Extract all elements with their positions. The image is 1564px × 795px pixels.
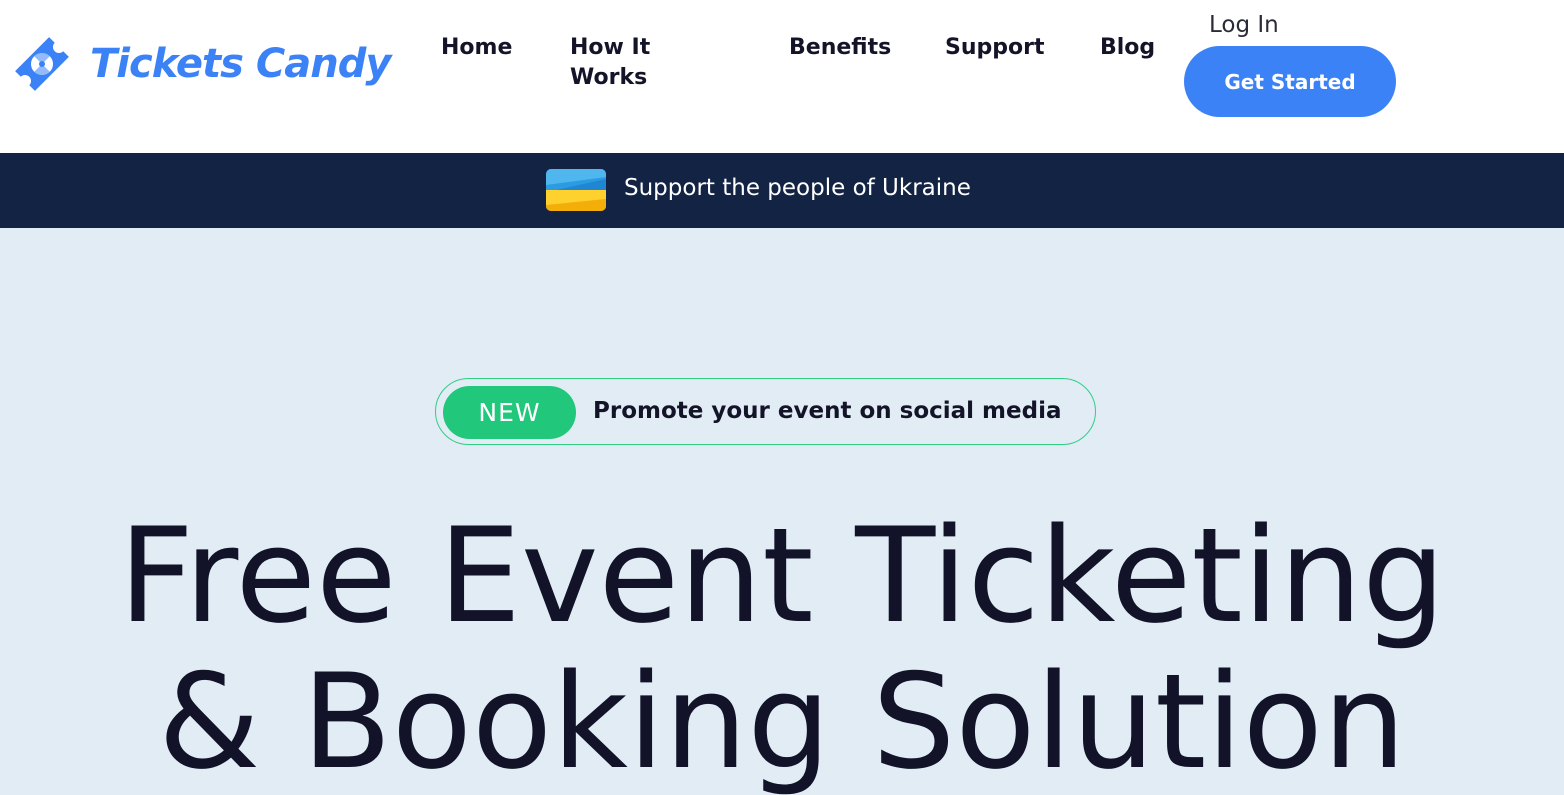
get-started-button[interactable]: Get Started	[1184, 46, 1396, 117]
ukraine-flag-icon	[546, 169, 606, 211]
hero-title-line-1: Free Event Ticketing	[118, 499, 1446, 652]
banner-text: Support the people of Ukraine	[624, 175, 971, 201]
login-link[interactable]: Log In	[1209, 12, 1279, 38]
ticket-candy-icon	[15, 37, 69, 91]
hero-title: Free Event Ticketing & Booking Solution	[0, 503, 1564, 795]
nav-benefits[interactable]: Benefits	[789, 33, 891, 63]
hero-title-line-2: & Booking Solution	[158, 645, 1406, 795]
page: Tickets Candy Home How It Works Benefits…	[0, 0, 1564, 795]
promo-text: Promote your event on social media	[593, 398, 1062, 424]
brand-name: Tickets Candy	[90, 41, 391, 87]
ukraine-support-banner[interactable]: Support the people of Ukraine	[0, 153, 1564, 228]
new-badge: NEW	[443, 386, 576, 439]
nav-home[interactable]: Home	[441, 33, 512, 63]
nav-how-it-works[interactable]: How It Works	[570, 33, 680, 93]
hero-section: NEW Promote your event on social media F…	[0, 228, 1564, 795]
brand-logo-link[interactable]: Tickets Candy	[8, 28, 391, 100]
nav-blog[interactable]: Blog	[1100, 33, 1155, 63]
site-header: Tickets Candy Home How It Works Benefits…	[0, 0, 1564, 153]
promo-pill[interactable]: NEW Promote your event on social media	[435, 378, 1096, 445]
nav-support[interactable]: Support	[945, 33, 1044, 63]
